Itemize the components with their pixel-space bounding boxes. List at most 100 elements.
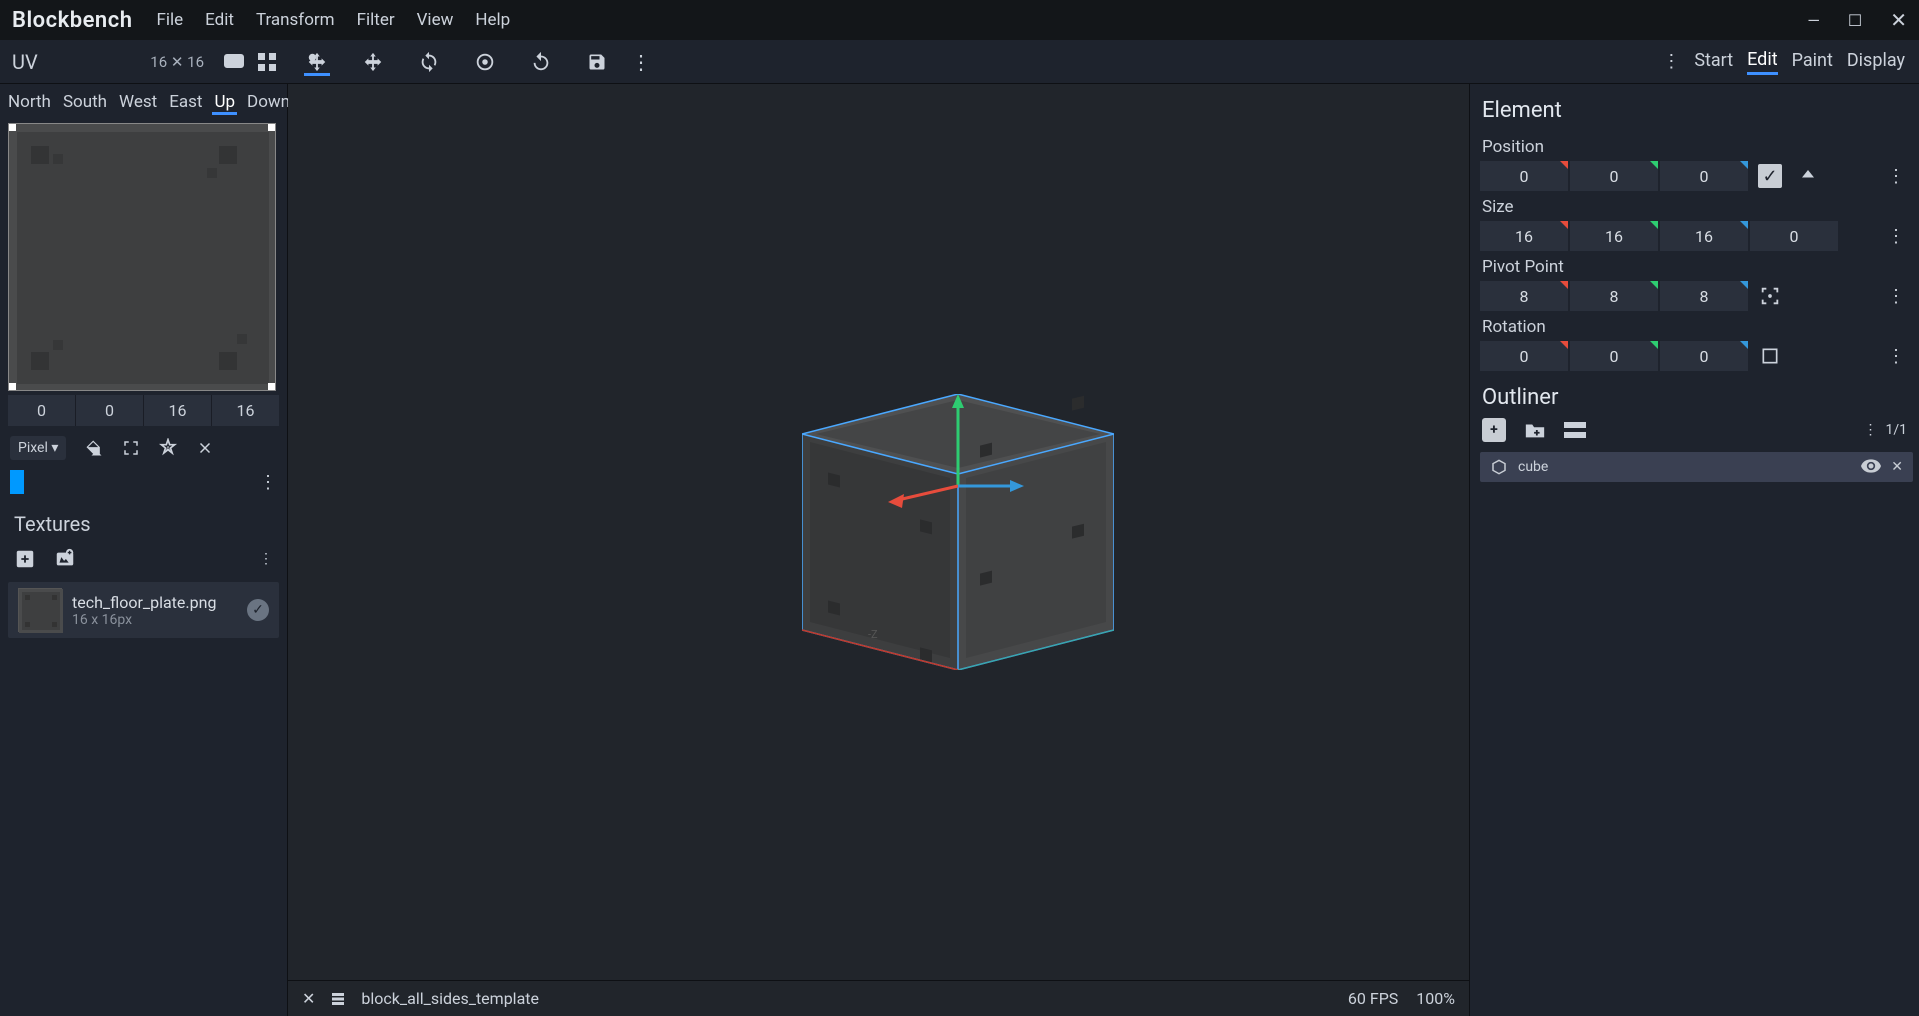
tool-icons: ⋮ ⋮ Start Edit Paint Display	[288, 49, 1919, 75]
menu-filter[interactable]: Filter	[357, 10, 395, 30]
textures-more-icon[interactable]: ⋮	[259, 551, 273, 567]
face-tab-down[interactable]: Down	[245, 92, 292, 115]
minimize-icon[interactable]: —	[1807, 11, 1820, 30]
size-y[interactable]: 16	[1570, 221, 1658, 251]
save-icon[interactable]	[584, 49, 610, 75]
rotation-x[interactable]: 0	[1480, 341, 1568, 371]
outliner-toolbar: + ⋮ 1/1	[1480, 418, 1913, 450]
size-x[interactable]: 16	[1480, 221, 1568, 251]
uv-coord-x1[interactable]: 0	[8, 395, 76, 426]
menu-file[interactable]: File	[156, 10, 183, 30]
right-panel: Element Position 0 0 0 ✓ ⋮ Size 16 16 16…	[1469, 84, 1919, 1016]
brush-controls: Pixel ▾ A	[0, 426, 287, 470]
menu-help[interactable]: Help	[475, 10, 510, 30]
statusbar: ✕ block_all_sides_template 60 FPS 100%	[288, 980, 1469, 1016]
uv-grid-icon[interactable]	[258, 53, 276, 71]
tab-display[interactable]: Display	[1847, 50, 1905, 73]
rotation-more-icon[interactable]: ⋮	[1887, 346, 1913, 367]
texture-size: 16 x 16px	[72, 612, 237, 628]
clear-uv-icon[interactable]	[196, 439, 214, 457]
maximize-icon[interactable]: ☐	[1848, 11, 1862, 30]
tab-paint[interactable]: Paint	[1792, 50, 1833, 73]
rotate-tool-icon[interactable]	[416, 49, 442, 75]
add-cube-icon[interactable]: +	[1482, 418, 1506, 442]
uv-viewport[interactable]	[8, 123, 279, 391]
import-texture-icon[interactable]	[14, 548, 36, 570]
fill-icon[interactable]	[84, 438, 104, 458]
pivot-label: Pivot Point	[1480, 251, 1913, 281]
add-group-icon[interactable]	[1524, 420, 1546, 440]
color-swatch[interactable]	[10, 470, 24, 494]
outliner-item-name: cube	[1518, 459, 1548, 475]
move-tool-icon[interactable]	[304, 50, 330, 76]
resize-tool-icon[interactable]	[360, 49, 386, 75]
remove-item-icon[interactable]: ✕	[1891, 459, 1903, 475]
position-up-icon[interactable]	[1792, 161, 1824, 191]
size-more-icon[interactable]: ⋮	[1887, 226, 1913, 247]
tab-start[interactable]: Start	[1694, 50, 1733, 73]
position-row: 0 0 0 ✓ ⋮	[1480, 161, 1913, 191]
status-format-icon[interactable]	[329, 990, 347, 1008]
window-controls: — ☐ ✕	[1807, 8, 1907, 32]
pivot-tool-icon[interactable]	[472, 49, 498, 75]
vertex-snap-icon[interactable]	[528, 49, 554, 75]
texture-thumb	[18, 588, 62, 632]
position-more-icon[interactable]: ⋮	[1887, 166, 1913, 187]
titlebar: Blockbench File Edit Transform Filter Vi…	[0, 0, 1919, 40]
color-row: ⋮	[0, 470, 287, 502]
status-close-icon[interactable]: ✕	[302, 989, 315, 1008]
outliner-item[interactable]: cube ✕	[1480, 452, 1913, 482]
mode-tabs-more-icon[interactable]: ⋮	[1662, 51, 1680, 72]
pivot-z[interactable]: 8	[1660, 281, 1748, 311]
textures-toolbar: ⋮	[0, 542, 287, 576]
pivot-row: 8 8 8 ⋮	[1480, 281, 1913, 311]
position-y[interactable]: 0	[1570, 161, 1658, 191]
face-tab-north[interactable]: North	[6, 92, 53, 115]
outliner-more-icon[interactable]: ⋮	[1863, 422, 1877, 438]
size-inflate[interactable]: 0	[1750, 221, 1838, 251]
3d-viewport[interactable]: -Z	[288, 84, 1469, 980]
uv-screen-icon[interactable]	[224, 53, 244, 71]
rotation-y[interactable]: 0	[1570, 341, 1658, 371]
visibility-icon[interactable]	[1861, 459, 1881, 475]
cube-icon	[1490, 458, 1508, 476]
texture-item[interactable]: tech_floor_plate.png 16 x 16px ✓	[8, 582, 279, 638]
position-x[interactable]: 0	[1480, 161, 1568, 191]
uv-coord-y1[interactable]: 0	[76, 395, 144, 426]
pivot-x[interactable]: 8	[1480, 281, 1568, 311]
size-label: Size	[1480, 191, 1913, 221]
position-z[interactable]: 0	[1660, 161, 1748, 191]
pivot-more-icon[interactable]: ⋮	[1887, 286, 1913, 307]
mode-tabs: ⋮ Start Edit Paint Display	[1662, 49, 1919, 75]
position-lock-icon[interactable]: ✓	[1754, 161, 1786, 191]
left-panel: North South West East Up Down	[0, 84, 288, 1016]
fullscreen-icon[interactable]	[122, 439, 140, 457]
toolbar-more-icon[interactable]: ⋮	[628, 49, 654, 75]
pivot-y[interactable]: 8	[1570, 281, 1658, 311]
cube-render: -Z	[802, 394, 1114, 670]
pivot-center-icon[interactable]	[1754, 281, 1786, 311]
menu-edit[interactable]: Edit	[205, 10, 234, 30]
uv-coord-x2[interactable]: 16	[144, 395, 212, 426]
face-tab-east[interactable]: East	[167, 92, 204, 115]
menu-view[interactable]: View	[417, 10, 454, 30]
rotation-rescale-icon[interactable]	[1754, 341, 1786, 371]
auto-uv-icon[interactable]: A	[158, 438, 178, 458]
create-texture-icon[interactable]	[54, 548, 76, 570]
texture-applied-icon[interactable]: ✓	[247, 599, 269, 621]
color-more-icon[interactable]: ⋮	[259, 472, 277, 493]
texture-name: tech_floor_plate.png	[72, 593, 237, 612]
tab-edit[interactable]: Edit	[1747, 49, 1777, 75]
face-tab-south[interactable]: South	[61, 92, 109, 115]
uv-resolution: 16 ✕ 16	[150, 53, 204, 71]
face-tab-up[interactable]: Up	[212, 92, 237, 115]
uv-coord-y2[interactable]: 16	[212, 395, 279, 426]
rotation-z[interactable]: 0	[1660, 341, 1748, 371]
size-z[interactable]: 16	[1660, 221, 1748, 251]
close-icon[interactable]: ✕	[1890, 8, 1907, 32]
face-tab-west[interactable]: West	[117, 92, 159, 115]
menu-transform[interactable]: Transform	[256, 10, 335, 30]
toggle-all-icon[interactable]	[1564, 422, 1586, 438]
svg-text:A: A	[166, 445, 171, 453]
snap-mode-select[interactable]: Pixel ▾	[10, 436, 66, 460]
